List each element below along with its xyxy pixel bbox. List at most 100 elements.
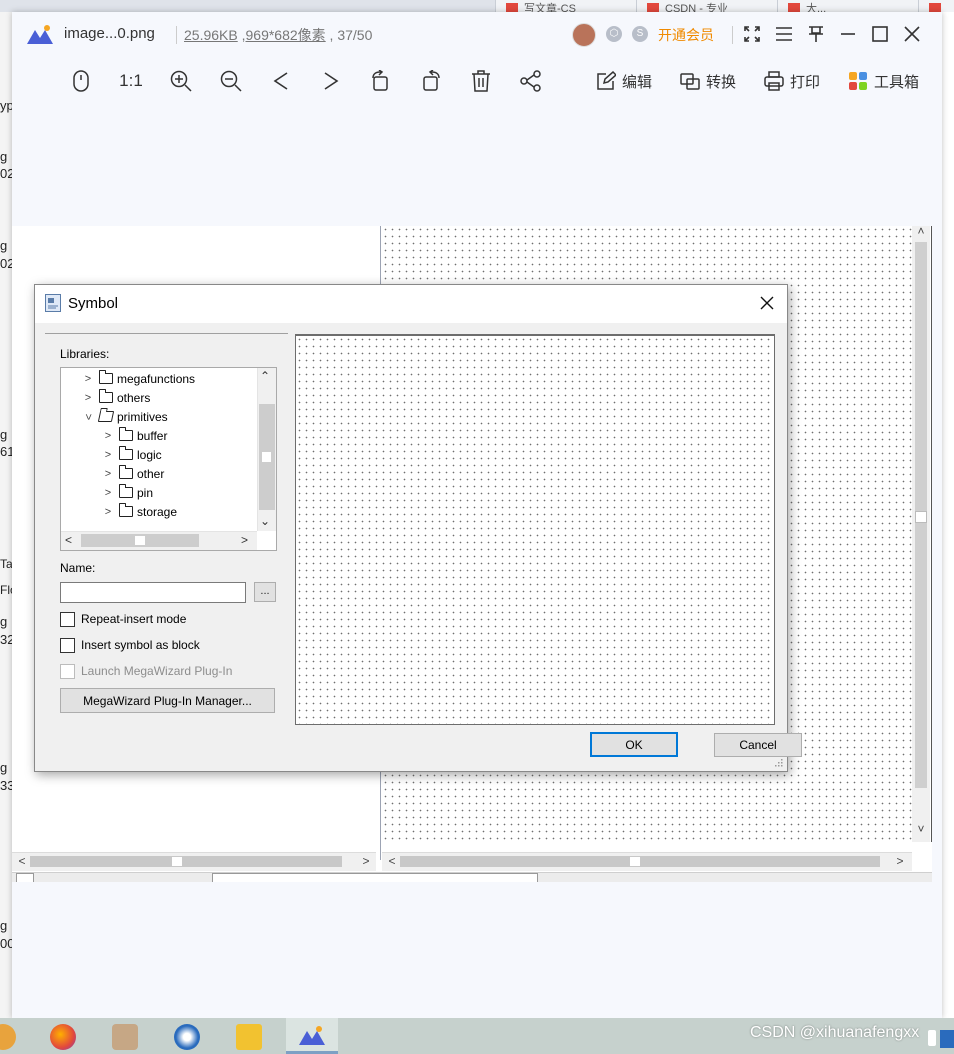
image-viewer-taskbar-icon [299,1026,325,1045]
viewer-title-bar: image...0.png 25.96KB ,969*682像素 , 37/50… [12,12,942,56]
insert-block-checkbox[interactable] [60,637,75,653]
tree-item-label: storage [137,504,178,519]
tree-item-label: megafunctions [117,371,196,386]
scroll-left-icon[interactable]: < [65,533,72,547]
viewer-file-info: 25.96KB ,969*682像素 , 37/50 [184,27,373,43]
csdn-favicon-icon [929,3,941,12]
print-icon [764,71,784,91]
firefox-icon[interactable] [50,1024,76,1050]
chevron-right-icon[interactable]: > [101,468,115,480]
convert-button[interactable]: 转换 [680,68,736,94]
tray-badge[interactable] [940,1030,954,1048]
chevron-right-icon[interactable]: > [81,373,95,385]
tree-item-label: other [137,466,165,481]
mouse-mode-icon[interactable] [68,68,94,94]
share-icon[interactable] [518,68,544,94]
cancel-button[interactable]: Cancel [714,733,802,757]
resize-grip-icon[interactable] [773,757,783,767]
actual-size-button[interactable]: 1:1 [116,68,146,94]
edit-button[interactable]: 编辑 [596,68,652,94]
background-tab[interactable]: CSDN - 专业 [636,0,777,12]
image-dimensions[interactable]: 969*682像素 [246,27,326,43]
edit-icon [597,71,616,90]
tree-vertical-scrollbar[interactable]: ⌃ ⌄ [257,368,276,531]
tree-item-other[interactable]: > other [101,464,164,483]
menu-icon[interactable] [772,22,796,46]
user-avatar[interactable] [572,23,596,47]
delete-icon[interactable] [468,68,494,94]
fullscreen-icon[interactable] [740,22,764,46]
toolbox-button[interactable]: 工具箱 [848,68,919,94]
zoom-in-icon[interactable] [168,68,194,94]
tab-label: 写文章-CS [524,3,576,12]
scroll-up-icon[interactable]: ⌃ [260,369,270,383]
background-tab[interactable]: 写文章-CS [495,0,636,12]
tree-item-storage[interactable]: > storage [101,502,177,521]
chevron-right-icon[interactable]: > [101,430,115,442]
scroll-right-icon: > [896,854,904,868]
scroll-right-icon[interactable]: > [241,533,248,547]
folder-icon [99,389,113,403]
ok-button[interactable]: OK [590,732,678,757]
chrome-icon[interactable] [0,1024,16,1050]
file-size[interactable]: 25.96KB [184,27,238,43]
chevron-right-icon[interactable]: > [101,506,115,518]
name-input[interactable] [60,582,246,603]
csdn-favicon-icon [788,3,800,12]
tree-item-label: pin [137,485,154,500]
tree-item-primitives[interactable]: > primitives [81,407,168,426]
dialog-close-icon[interactable] [755,291,779,315]
tree-horizontal-scrollbar[interactable]: < > [61,531,257,550]
chevron-right-icon[interactable]: > [101,449,115,461]
libraries-label: Libraries: [60,347,110,361]
network-app-icon[interactable] [174,1024,200,1050]
rotate-right-icon[interactable] [418,68,444,94]
tree-item-logic[interactable]: > logic [101,445,162,464]
csdn-favicon-icon [647,3,659,12]
toolbox-label: 工具箱 [874,73,920,91]
tree-item-pin[interactable]: > pin [101,483,153,502]
zoom-out-icon[interactable] [218,68,244,94]
repeat-insert-option[interactable]: Repeat-insert mode [60,610,186,628]
maximize-icon[interactable] [868,22,892,46]
libraries-tree[interactable]: > megafunctions > others > primitives > buff… [60,367,277,551]
text-fragment: g [0,149,8,164]
megawizard-manager-button[interactable]: MegaWizard Plug-In Manager... [60,688,275,713]
pin-icon[interactable] [804,22,828,46]
background-tab[interactable]: 大... [777,0,918,12]
chevron-right-icon[interactable]: > [81,392,95,404]
next-image-icon[interactable] [318,68,344,94]
scroll-down-icon: ˅ [917,822,925,836]
scroll-thumb [400,856,880,867]
chevron-right-icon[interactable]: > [101,487,115,499]
viewer-filename: image...0.png [64,25,155,42]
active-taskbar-item[interactable] [286,1018,338,1054]
previous-image-icon[interactable] [268,68,294,94]
scroll-down-icon[interactable]: ⌄ [260,514,270,528]
repeat-insert-checkbox[interactable] [60,611,75,627]
background-tab[interactable] [918,0,954,12]
tree-item-buffer[interactable]: > buffer [101,426,167,445]
level-badge-icon[interactable]: ⬡ [606,26,622,42]
dialog-title-bar: Symbol [35,285,787,323]
scroll-left-icon: < [388,854,396,868]
chevron-down-icon[interactable]: > [82,410,94,424]
browse-button[interactable]: ... [254,582,276,602]
tree-item-megafunctions[interactable]: > megafunctions [81,369,195,388]
folder-icon [119,503,133,517]
left-horizontal-scrollbar: < > [12,852,376,871]
vip-link[interactable]: 开通会员 [658,25,714,45]
tree-item-others[interactable]: > others [81,388,150,407]
photo-app-icon[interactable] [112,1024,138,1050]
print-button[interactable]: 打印 [764,68,820,94]
close-icon[interactable] [900,22,924,46]
minimize-icon[interactable] [836,22,860,46]
coin-badge-icon[interactable]: S [632,26,648,42]
rotate-left-icon[interactable] [368,68,394,94]
convert-label: 转换 [706,73,737,91]
insert-block-option[interactable]: Insert symbol as block [60,636,200,654]
tray-icon[interactable] [928,1030,936,1046]
file-explorer-icon[interactable] [236,1024,262,1050]
folder-icon [119,484,133,498]
scroll-thumb [30,856,342,867]
